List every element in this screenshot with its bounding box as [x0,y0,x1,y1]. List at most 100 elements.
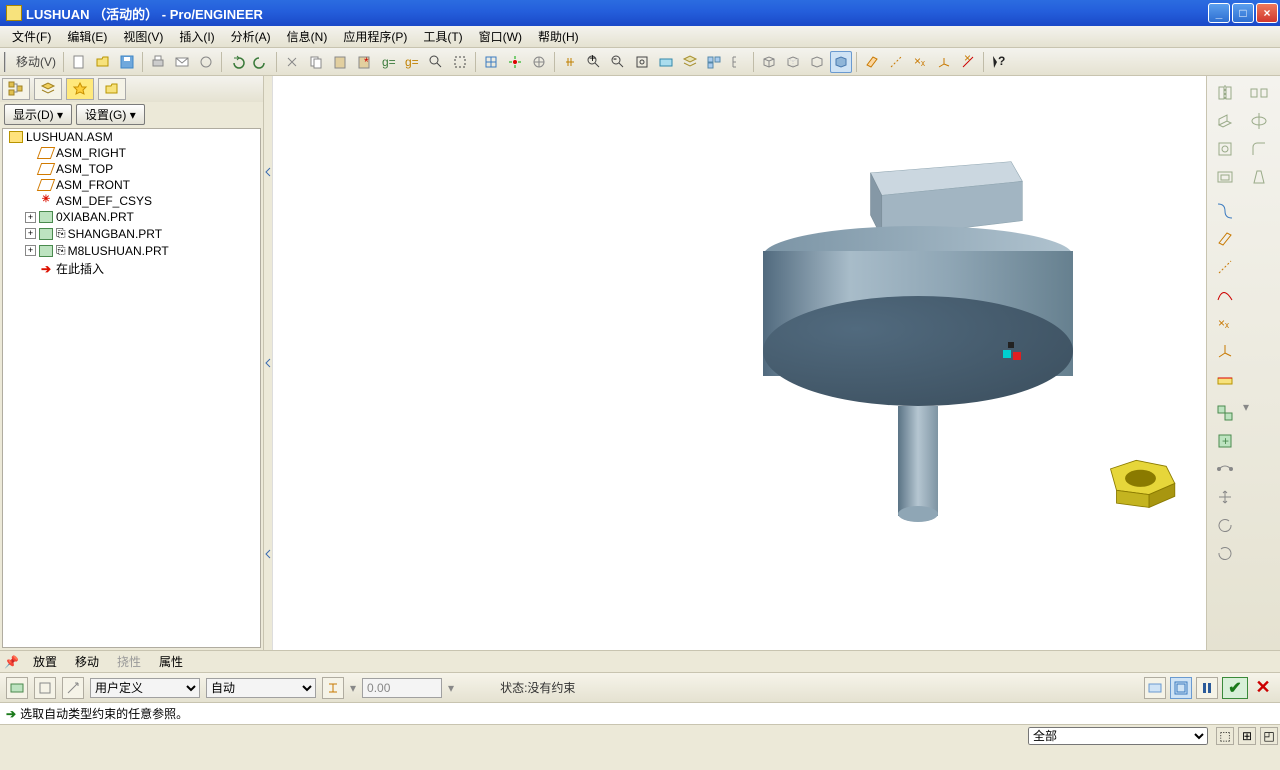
tree-item[interactable]: ASM_RIGHT [3,145,260,161]
drag-icon[interactable] [1209,484,1241,510]
tree-item[interactable]: ASM_FRONT [3,177,260,193]
zoom-in-icon[interactable]: + [583,51,605,73]
redo-icon[interactable] [250,51,272,73]
hole-icon[interactable] [1209,136,1241,162]
model-tree[interactable]: LUSHUAN.ASMASM_RIGHTASM_TOPASM_FRONT✳ASM… [2,128,261,648]
paste-special-icon[interactable]: * [353,51,375,73]
extrude-icon[interactable] [1209,108,1241,134]
revolve-icon[interactable] [1243,108,1275,134]
pause-icon[interactable] [1196,677,1218,699]
tree-item[interactable]: LUSHUAN.ASM [3,129,260,145]
no-hidden-icon[interactable] [806,51,828,73]
hidden-line-icon[interactable] [782,51,804,73]
tree-item[interactable]: +0XIABAN.PRT [3,209,260,225]
cut-icon[interactable] [281,51,303,73]
zoom-out-icon[interactable]: - [607,51,629,73]
layers-icon[interactable] [679,51,701,73]
favorites-tab-icon[interactable] [66,78,94,100]
datum-point-icon[interactable]: ×ₓ [1209,310,1241,336]
pin-icon[interactable]: 📌 [4,655,19,669]
accept-button[interactable]: ✔ [1222,677,1248,699]
snapshot-undo-icon[interactable] [1209,512,1241,538]
sb-icon-1[interactable]: ⬚ [1216,727,1234,745]
menu-文件[interactable]: 文件(F) [4,26,59,47]
model-tree-icon[interactable] [727,51,749,73]
menu-帮助[interactable]: 帮助(H) [530,26,587,47]
minimize-button[interactable]: _ [1208,3,1230,23]
folder-tab-icon[interactable] [98,78,126,100]
datum-point-toggle-icon[interactable]: ×ₓ [909,51,931,73]
layer-tree-tab-icon[interactable] [34,78,62,100]
menu-分析[interactable]: 分析(A) [223,26,279,47]
flexible-icon[interactable] [1209,456,1241,482]
regen-auto-icon[interactable]: g= [401,51,423,73]
datum-plane-icon[interactable] [1209,226,1241,252]
manual-place-icon[interactable] [34,677,56,699]
datum-axis-toggle-icon[interactable] [885,51,907,73]
spin-center-icon[interactable] [504,51,526,73]
shell-icon[interactable] [1209,164,1241,190]
tree-item[interactable]: ✳ASM_DEF_CSYS [3,193,260,209]
constraint-type-select[interactable]: 自动 [206,678,316,698]
sketch-icon[interactable] [1209,366,1241,392]
placement-tab[interactable]: 放置 [29,651,61,672]
pattern-icon[interactable] [1243,80,1275,106]
toolbar-handle[interactable] [4,52,10,72]
menu-视图[interactable]: 视图(V) [115,26,171,47]
pan-icon[interactable] [559,51,581,73]
menu-插入[interactable]: 插入(I) [171,26,222,47]
sb-icon-3[interactable]: ◰ [1260,727,1278,745]
display-button[interactable]: 显示(D) ▾ [4,104,72,125]
shading-icon[interactable] [830,51,852,73]
mail-icon[interactable] [171,51,193,73]
tree-item[interactable]: ➔在此插入 [3,259,260,278]
datum-curve-icon[interactable] [1209,282,1241,308]
paste-icon[interactable] [329,51,351,73]
draft-icon[interactable] [1243,164,1275,190]
maximize-button[interactable]: □ [1232,3,1254,23]
undo-icon[interactable] [226,51,248,73]
annotation-toggle-icon[interactable]: × [957,51,979,73]
vertical-splitter[interactable] [264,76,272,650]
zoom-fit-icon[interactable] [631,51,653,73]
menu-信息[interactable]: 信息(N) [279,26,336,47]
menu-窗口[interactable]: 窗口(W) [471,26,530,47]
print-icon[interactable] [147,51,169,73]
help-icon[interactable]: ? [988,51,1010,73]
link-icon[interactable] [195,51,217,73]
model-tree-tab-icon[interactable] [2,78,30,100]
sb-icon-2[interactable]: ⊞ [1238,727,1256,745]
separate-window-icon[interactable] [1170,677,1192,699]
toolbar-move-label[interactable]: 移动(V) [12,53,60,70]
view-manager-icon[interactable] [703,51,725,73]
copy-icon[interactable] [305,51,327,73]
csys-icon[interactable] [1209,338,1241,364]
offset-value-input[interactable] [362,678,442,698]
save-icon[interactable] [116,51,138,73]
cancel-button[interactable]: ✕ [1252,677,1274,699]
wireframe-icon[interactable] [758,51,780,73]
saved-views-icon[interactable] [655,51,677,73]
3d-viewport[interactable] [272,76,1206,650]
select-box-icon[interactable] [449,51,471,73]
settings-button[interactable]: 设置(G) ▾ [76,104,145,125]
constraint-set-select[interactable]: 用户定义 [90,678,200,698]
close-button[interactable]: × [1256,3,1278,23]
assemble-icon[interactable] [1209,400,1241,426]
csys-toggle-icon[interactable] [933,51,955,73]
flip-icon[interactable] [322,677,344,699]
menu-工具[interactable]: 工具(T) [415,26,470,47]
properties-tab[interactable]: 属性 [155,651,187,672]
repaint-icon[interactable] [480,51,502,73]
auto-place-icon[interactable] [62,677,84,699]
menu-应用程序[interactable]: 应用程序(P) [335,26,415,47]
tree-item[interactable]: +⎘SHANGBAN.PRT [3,225,260,242]
tree-item[interactable]: +⎘M8LUSHUAN.PRT [3,242,260,259]
datum-axis-icon[interactable] [1209,254,1241,280]
sketch-line-icon[interactable] [1209,198,1241,224]
mirror-icon[interactable] [1209,80,1241,106]
snapshot-redo-icon[interactable] [1209,540,1241,566]
menu-编辑[interactable]: 编辑(E) [59,26,115,47]
regen-icon[interactable]: g= [377,51,399,73]
find-icon[interactable] [425,51,447,73]
